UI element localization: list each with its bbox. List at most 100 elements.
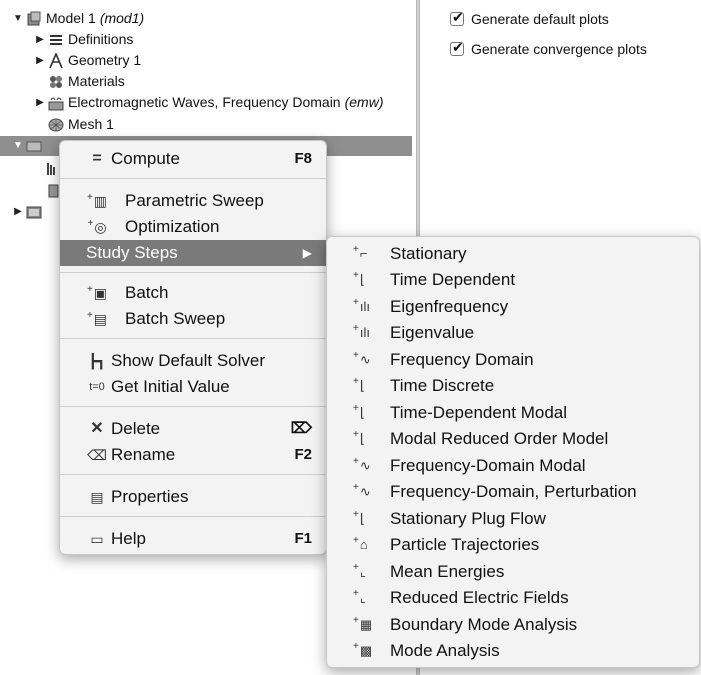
menu-item-label: Delete: [111, 419, 161, 438]
submenu-item-boundary-mode-analysis[interactable]: +▦ Boundary Mode Analysis: [327, 612, 699, 638]
definitions-icon: [48, 32, 64, 48]
expand-arrow-icon[interactable]: ▶: [34, 50, 46, 71]
shortcut-label: ⌦: [290, 420, 312, 437]
submenu-item-frequency-domain[interactable]: +∿ Frequency Domain: [327, 347, 699, 373]
menu-item-optimization[interactable]: +◎ Optimization: [60, 214, 326, 240]
shortcut-label: F1: [294, 530, 312, 547]
submenu-item-reduced-electric-fields[interactable]: +⌞ Reduced Electric Fields: [327, 585, 699, 611]
tree-node-geometry[interactable]: ▶ Geometry 1: [34, 50, 141, 71]
menu-item-rename[interactable]: ⌫ Rename F2: [60, 442, 326, 468]
expand-arrow-icon[interactable]: ▼: [12, 135, 24, 156]
menu-separator: [60, 516, 326, 517]
checkbox-checked-icon[interactable]: [450, 9, 464, 26]
submenu-item-eigenfrequency[interactable]: +ılı Eigenfrequency: [327, 294, 699, 320]
menu-item-delete[interactable]: ✕ Delete ⌦: [60, 416, 326, 442]
tree-node-label: Materials: [68, 73, 125, 89]
submenu-item-mean-energies[interactable]: +⌞ Mean Energies: [327, 559, 699, 585]
submenu-item-label: Modal Reduced Order Model: [390, 429, 609, 448]
menu-item-label: Get Initial Value: [111, 377, 230, 396]
menu-item-properties[interactable]: ▤ Properties: [60, 484, 326, 510]
modal-reduced-order-icon: +⌊: [353, 429, 365, 446]
menu-separator: [60, 272, 326, 273]
menu-item-help[interactable]: ▭ Help F1: [60, 526, 326, 552]
menu-item-label: Study Steps: [86, 243, 178, 262]
submenu-item-eigenvalue[interactable]: +ılı Eigenvalue: [327, 320, 699, 346]
expand-arrow-icon[interactable]: ▶: [34, 92, 46, 113]
submenu-item-label: Frequency-Domain Modal: [390, 456, 586, 475]
submenu-item-time-dependent[interactable]: +⌊ Time Dependent: [327, 267, 699, 293]
submenu-item-time-dependent-modal[interactable]: +⌊ Time-Dependent Modal: [327, 400, 699, 426]
submenu-arrow-icon: ▶: [302, 246, 312, 260]
menu-item-label: Help: [111, 529, 146, 548]
study-steps-submenu: +⌐ Stationary +⌊ Time Dependent +ılı Eig…: [326, 236, 700, 668]
boundary-mode-icon: +▦: [353, 615, 373, 632]
menu-item-label: Show Default Solver: [111, 351, 266, 370]
mean-energies-icon: +⌞: [353, 562, 366, 579]
tree-node-materials[interactable]: Materials: [46, 71, 125, 92]
geometry-icon: [48, 51, 64, 69]
frequency-domain-icon: +∿: [353, 350, 371, 367]
menu-item-compute[interactable]: = Compute F8: [60, 146, 326, 172]
submenu-item-label: Boundary Mode Analysis: [390, 615, 578, 634]
tree-node-label: Electromagnetic Waves, Frequency Domain: [68, 94, 341, 110]
expand-arrow-icon[interactable]: ▼: [12, 8, 24, 29]
checkbox-checked-icon[interactable]: [450, 39, 464, 56]
help-icon: ▭: [90, 531, 104, 547]
submenu-item-label: Time Dependent: [390, 270, 516, 289]
menu-item-get-initial-value[interactable]: t=0 Get Initial Value: [60, 374, 326, 400]
plug-flow-icon: +⌊: [353, 509, 365, 526]
generate-default-plots-checkbox[interactable]: Generate default plots: [450, 9, 609, 27]
tree-node-study[interactable]: ▼: [12, 135, 46, 156]
tree-node-definitions[interactable]: ▶ Definitions: [34, 29, 133, 50]
menu-item-parametric-sweep[interactable]: +▥ Parametric Sweep: [60, 188, 326, 214]
submenu-item-modal-reduced-order-model[interactable]: +⌊ Modal Reduced Order Model: [327, 426, 699, 452]
menu-item-label: Batch: [125, 283, 169, 302]
rename-icon: ⌫: [87, 447, 107, 463]
menu-item-label: Compute: [111, 149, 180, 168]
submenu-item-label: Eigenfrequency: [390, 297, 509, 316]
submenu-item-label: Time-Dependent Modal: [390, 403, 568, 422]
tree-node-suffix: (mod1): [99, 10, 145, 26]
submenu-item-label: Particle Trajectories: [390, 535, 540, 554]
menu-item-show-default-solver[interactable]: ┣┓ Show Default Solver: [60, 348, 326, 374]
menu-item-batch[interactable]: +▣ Batch: [60, 280, 326, 306]
delete-icon: ✕: [90, 420, 104, 437]
menu-separator: [60, 406, 326, 407]
menu-item-label: Properties: [111, 487, 189, 506]
properties-icon: ▤: [90, 489, 104, 505]
expand-arrow-icon[interactable]: ▶: [34, 29, 46, 50]
tree-node-suffix: (emw): [344, 94, 384, 110]
menu-item-study-steps[interactable]: Study Steps ▶: [60, 240, 326, 266]
submenu-item-label: Stationary: [390, 244, 467, 263]
batch-icon: +▣: [86, 284, 108, 301]
reduced-electric-fields-icon: +⌞: [353, 588, 366, 605]
materials-icon: [48, 74, 64, 90]
menu-item-label: Optimization: [125, 217, 220, 236]
shortcut-label: F8: [294, 150, 312, 167]
submenu-item-frequency-domain-perturbation[interactable]: +∿ Frequency-Domain, Perturbation: [327, 479, 699, 505]
submenu-item-time-discrete[interactable]: +⌊ Time Discrete: [327, 373, 699, 399]
submenu-item-stationary[interactable]: +⌐ Stationary: [327, 241, 699, 267]
context-menu: = Compute F8 +▥ Parametric Sweep +◎ Opti…: [59, 140, 327, 555]
tree-node-results[interactable]: ▶: [12, 201, 46, 222]
eigenfrequency-icon: +ılı: [353, 297, 370, 314]
menu-item-label: Parametric Sweep: [125, 191, 264, 210]
submenu-item-particle-trajectories[interactable]: +⌂ Particle Trajectories: [327, 532, 699, 558]
submenu-item-stationary-plug-flow[interactable]: +⌊ Stationary Plug Flow: [327, 506, 699, 532]
submenu-item-label: Eigenvalue: [390, 323, 475, 342]
menu-item-label: Batch Sweep: [125, 309, 226, 328]
optimization-icon: +◎: [87, 218, 107, 235]
tree-node-mesh[interactable]: Mesh 1: [46, 114, 114, 135]
tree-node-model[interactable]: ▼ Model 1 (mod1): [12, 8, 144, 29]
compute-icon: =: [92, 150, 102, 167]
menu-separator: [60, 178, 326, 179]
shortcut-label: F2: [294, 446, 312, 463]
tree-node-emw[interactable]: ▶ Electromagnetic Waves, Frequency Domai…: [34, 92, 383, 113]
menu-item-batch-sweep[interactable]: +▤ Batch Sweep: [60, 306, 326, 332]
submenu-item-mode-analysis[interactable]: +▩ Mode Analysis: [327, 638, 699, 664]
time-discrete-icon: +⌊: [353, 376, 365, 393]
submenu-item-frequency-domain-modal[interactable]: +∿ Frequency-Domain Modal: [327, 453, 699, 479]
generate-convergence-plots-checkbox[interactable]: Generate convergence plots: [450, 39, 647, 57]
checkbox-label: Generate convergence plots: [471, 41, 647, 57]
expand-arrow-icon[interactable]: ▶: [12, 201, 24, 222]
